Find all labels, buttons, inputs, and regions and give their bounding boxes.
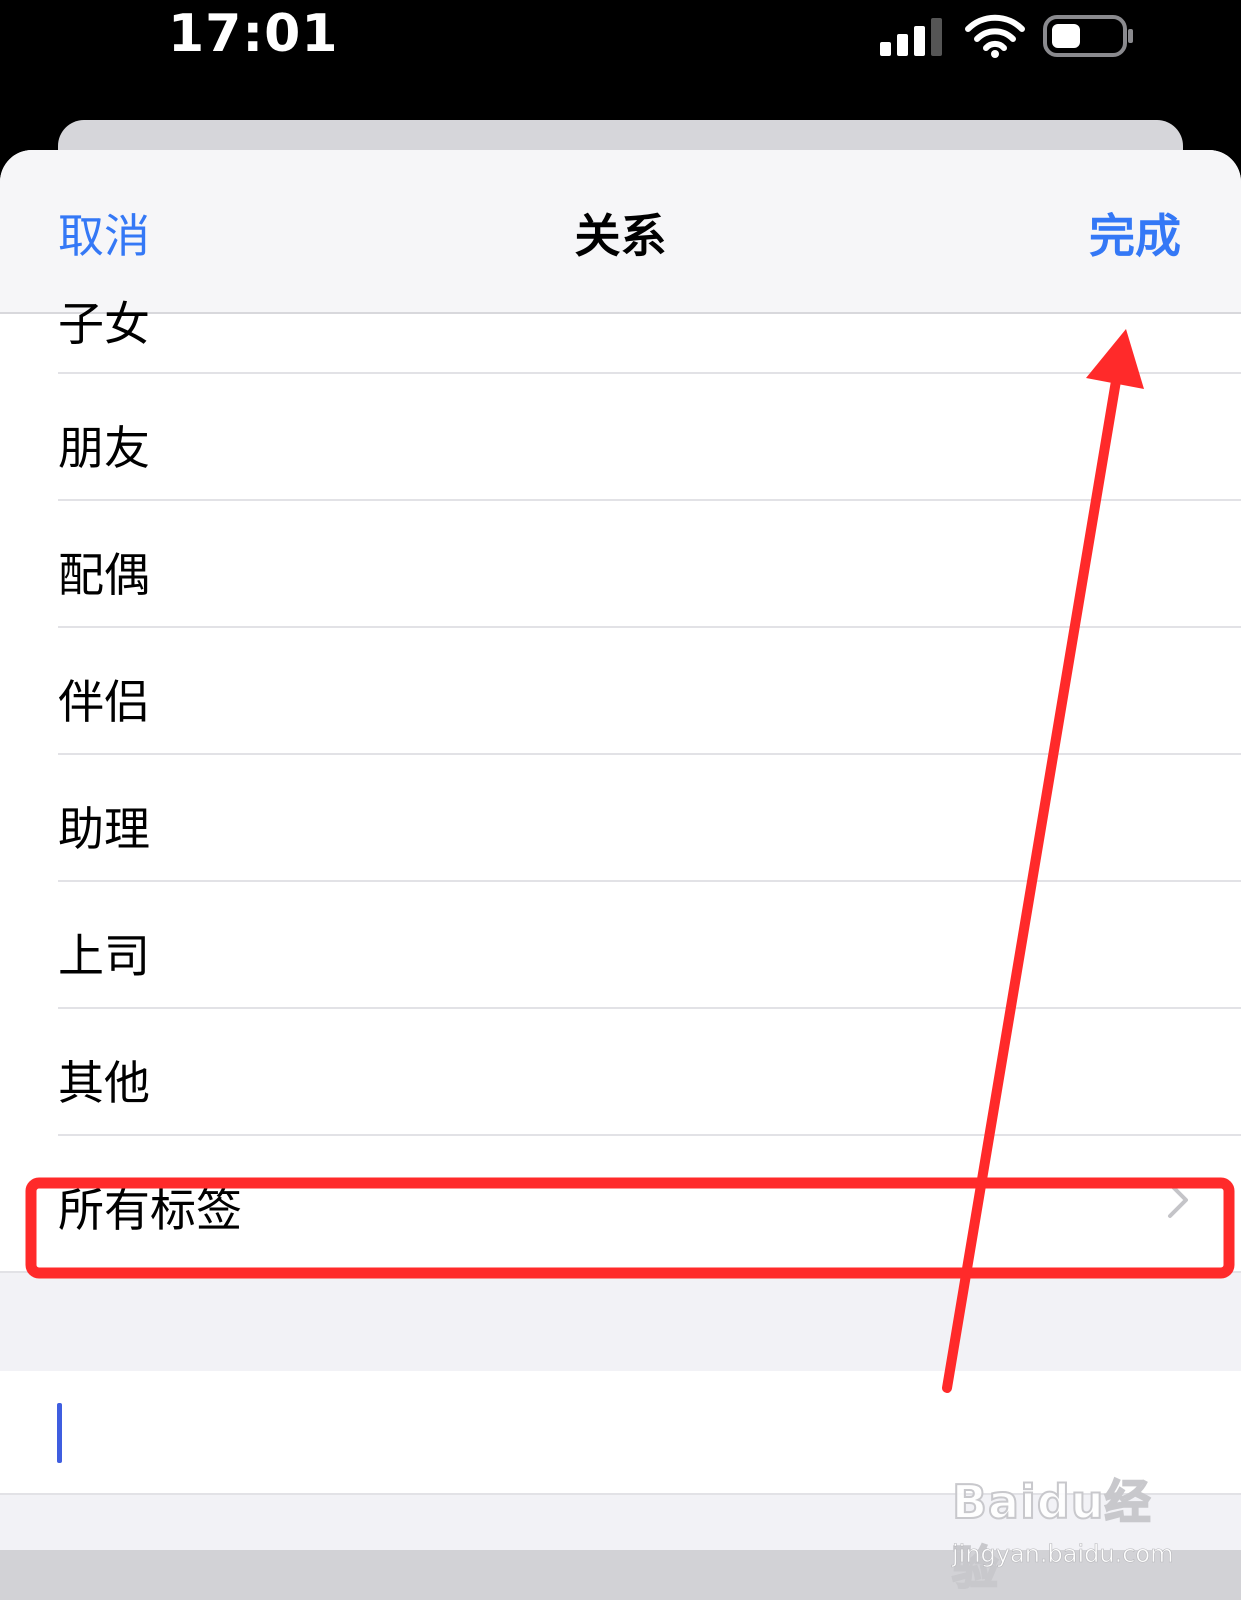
chevron-right-icon bbox=[1168, 1182, 1188, 1218]
list-item-label: 伴侣 bbox=[58, 675, 150, 729]
list-item[interactable]: 上司 bbox=[58, 882, 1241, 1009]
text-cursor bbox=[57, 1403, 62, 1463]
done-button[interactable]: 完成 bbox=[1089, 200, 1181, 266]
list-item[interactable]: 伴侣 bbox=[58, 628, 1241, 755]
relationship-sheet: 取消 关系 完成 子女 朋友 配偶 伴侣 助理 上司 其他 所有标签 bbox=[0, 150, 1241, 1600]
cellular-signal-icon bbox=[880, 18, 942, 56]
list-item[interactable]: 助理 bbox=[58, 755, 1241, 882]
watermark-logo: Baidu经验 bbox=[951, 1474, 1152, 1596]
nav-bar: 取消 关系 完成 bbox=[0, 150, 1241, 314]
baidu-watermark: Baidu经验 jingyan.baidu.com bbox=[951, 1428, 1182, 1596]
list-item-label: 上司 bbox=[58, 929, 150, 983]
list-item-label: 所有标签 bbox=[58, 1183, 242, 1237]
status-bar: 17:01 bbox=[0, 0, 1241, 120]
wifi-icon bbox=[965, 14, 1025, 58]
page-title: 关系 bbox=[574, 209, 667, 263]
list-item[interactable]: 朋友 bbox=[58, 374, 1241, 501]
battery-icon bbox=[1043, 15, 1133, 57]
watermark-url: jingyan.baidu.com bbox=[952, 1540, 1174, 1569]
list-item-label: 助理 bbox=[58, 802, 150, 856]
list-item-label: 其他 bbox=[58, 1056, 150, 1110]
list-item[interactable]: 配偶 bbox=[58, 501, 1241, 628]
status-time: 17:01 bbox=[168, 4, 339, 64]
list-item-label: 子女 bbox=[58, 297, 150, 351]
list-item[interactable]: 其他 bbox=[58, 1009, 1241, 1136]
list-item-label: 配偶 bbox=[58, 548, 150, 602]
all-labels-item[interactable]: 所有标签 bbox=[58, 1136, 1241, 1261]
section-separator bbox=[0, 1271, 1241, 1373]
list-item[interactable]: 子女 bbox=[58, 297, 1241, 374]
list-item-label: 朋友 bbox=[58, 421, 150, 475]
relationship-list: 子女 朋友 配偶 伴侣 助理 上司 其他 所有标签 bbox=[0, 297, 1241, 1261]
